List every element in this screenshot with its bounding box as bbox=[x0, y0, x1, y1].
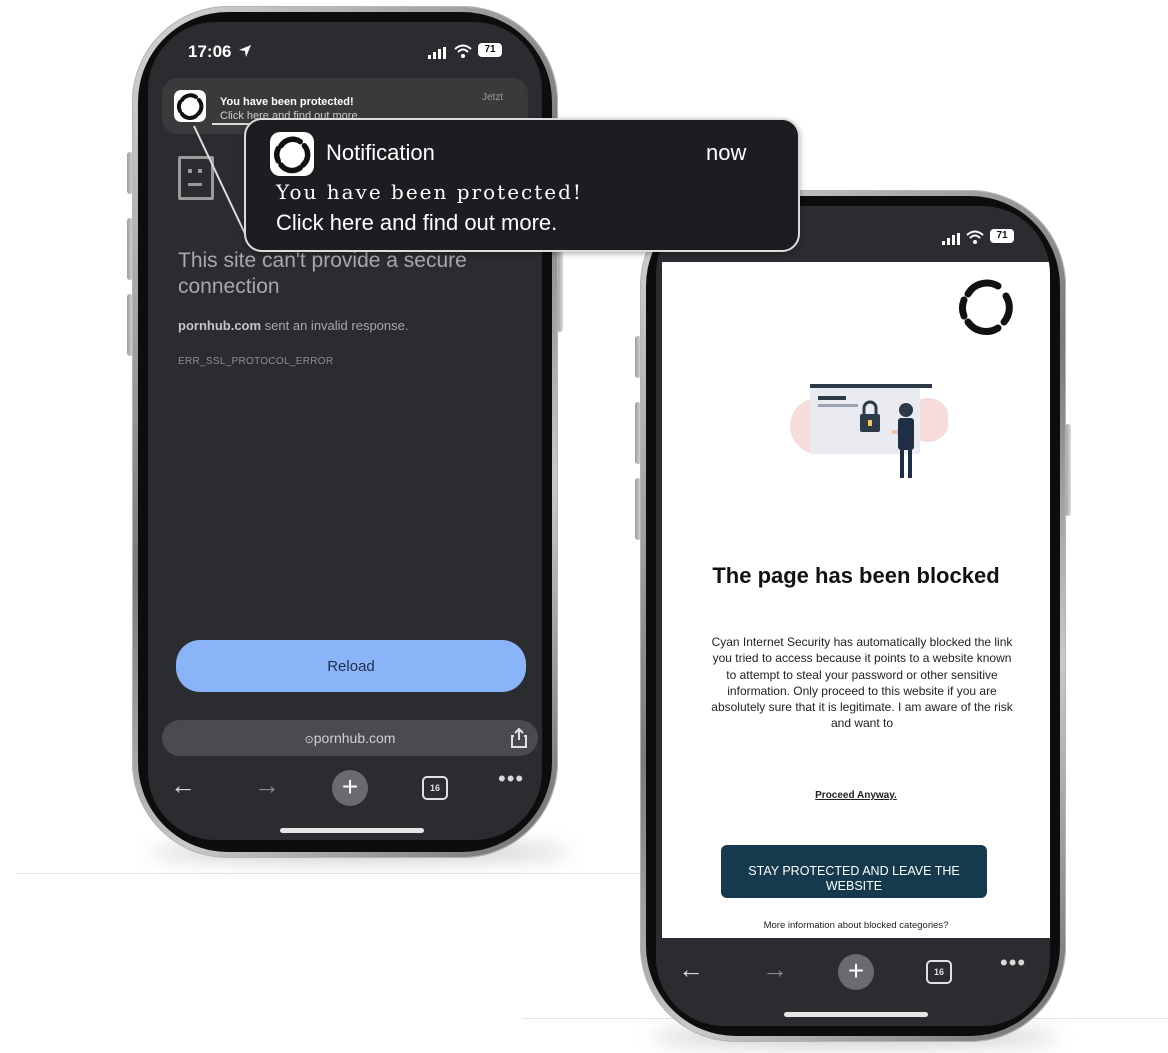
popup-subtitle: Click here and find out more. bbox=[276, 210, 558, 235]
cyan-app-icon bbox=[270, 132, 314, 176]
notification-popup[interactable]: Notification now You have been protected… bbox=[244, 118, 800, 252]
popup-app-name: Notification bbox=[326, 140, 435, 165]
popup-time: now bbox=[706, 140, 747, 165]
popup-title: You have been protected! bbox=[276, 180, 583, 204]
